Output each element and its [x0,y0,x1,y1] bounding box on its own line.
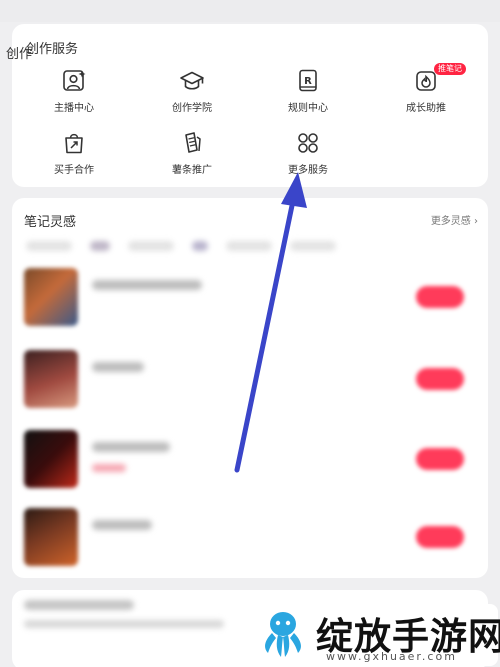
rules-book-icon: R [299,69,317,92]
service-label: 规则中心 [288,103,328,114]
thumbnail-image [24,508,78,566]
list-item[interactable] [22,350,478,408]
service-growth-boost[interactable]: 推笔记 成长助推 [376,63,476,114]
service-label: 薯条推广 [172,165,212,176]
service-host-center[interactable]: 主播中心 [24,68,124,114]
tab-placeholder[interactable] [226,241,272,251]
back-creator-link[interactable]: 创作 [6,43,32,62]
tab-placeholder[interactable] [290,241,336,251]
blurred-text [92,280,202,290]
service-fries-promotion[interactable]: 薯条推广 [142,130,242,176]
service-academy[interactable]: 创作学院 [142,68,242,114]
badge-promote-note: 推笔记 [434,63,466,75]
list-item[interactable] [22,430,478,488]
blurred-text [92,442,170,452]
fries-promo-icon [185,132,201,153]
svg-text:R: R [304,76,312,87]
inspiration-tabs[interactable] [26,241,476,257]
service-label: 成长助推 [406,103,446,114]
thumbnail-image [24,268,78,326]
status-area [0,0,500,22]
service-buyer-cooperation[interactable]: 买手合作 [24,130,124,176]
service-more[interactable]: 更多服务 [258,130,358,176]
service-label: 更多服务 [288,165,328,176]
note-inspiration-card: 笔记灵感 更多灵感 › [12,198,488,578]
join-button[interactable] [416,526,464,548]
tab-placeholder[interactable] [90,241,110,251]
section-title-creator-services: 创作服务 [26,42,79,57]
four-circles-icon [298,133,318,153]
list-item[interactable] [22,268,478,326]
site-watermark: 绽放手游网 www.gxhuaer.com [248,604,500,666]
bag-arrow-icon [65,133,83,154]
host-center-icon [63,70,86,91]
join-button[interactable] [416,368,464,390]
blurred-text [24,600,134,610]
join-button[interactable] [416,286,464,308]
service-label: 主播中心 [54,103,94,114]
blurred-text [24,620,224,628]
thumbnail-image [24,350,78,408]
service-rules-center[interactable]: R 规则中心 [258,68,358,114]
blurred-text [92,520,152,530]
creator-services-card: 创作服务 主播中心 创作学院 R 规则中心 推笔记 成长助推 买手合作 薯条推广… [12,24,488,187]
blurred-tag [92,464,126,472]
academy-cap-icon [180,71,204,90]
more-inspiration-link[interactable]: 更多灵感 › [431,212,478,227]
join-button[interactable] [416,448,464,470]
section-title-note-inspiration: 笔记灵感 [24,215,77,230]
tab-placeholder[interactable] [128,241,174,251]
watermark-url: www.gxhuaer.com [326,650,457,663]
tab-placeholder[interactable] [192,241,208,251]
service-label: 创作学院 [172,103,212,114]
tab-placeholder[interactable] [26,241,72,251]
octopus-logo-icon [265,612,301,657]
list-item[interactable] [22,508,478,566]
service-label: 买手合作 [54,165,94,176]
thumbnail-image [24,430,78,488]
blurred-text [92,362,144,372]
